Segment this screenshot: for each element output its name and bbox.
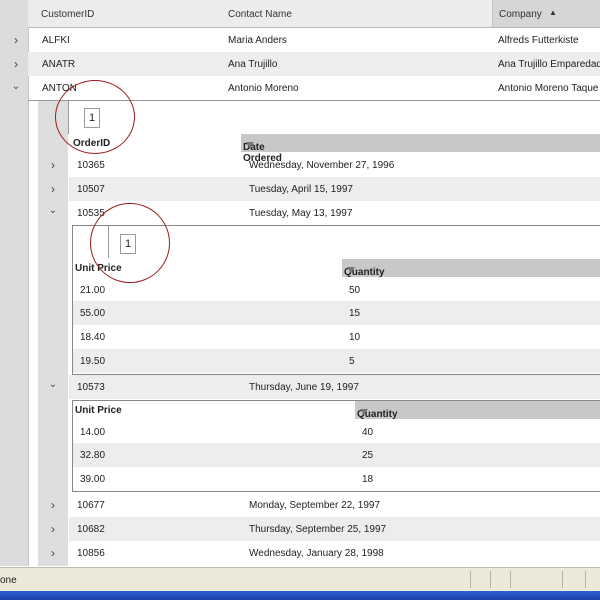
annotation-circle — [90, 203, 170, 283]
detail-header-quantity[interactable]: Quantity — [355, 401, 600, 420]
detail-row[interactable]: 14.00 40 — [73, 420, 600, 443]
detail-row[interactable]: 21.00 50 — [73, 278, 600, 301]
order-row[interactable]: 10573 Thursday, June 19, 1997 — [69, 375, 600, 399]
chevron-down-icon[interactable]: ⌄ — [10, 81, 22, 93]
chevron-right-icon[interactable]: › — [10, 34, 22, 46]
customer-row[interactable]: ANATR Ana Trujillo Ana Trujillo Empareda… — [28, 52, 600, 76]
header-customerid[interactable]: CustomerID — [41, 9, 94, 20]
sort-ascending-icon: ▲ — [549, 8, 557, 17]
header-company[interactable]: Company ▲ — [492, 0, 600, 27]
grid-header: CustomerID Contact Name Company ▲ — [28, 0, 600, 28]
sort-descending-icon — [360, 409, 368, 415]
order-row[interactable]: 10677 Monday, September 22, 1997 — [69, 493, 600, 517]
customer-row[interactable]: ALFKI Maria Anders Alfreds Futterkiste — [28, 28, 600, 52]
detail-row[interactable]: 39.00 18 — [73, 467, 600, 490]
taskbar — [0, 591, 600, 600]
sort-descending-icon — [347, 267, 355, 273]
annotation-circle — [55, 80, 135, 154]
status-bar: one — [0, 567, 600, 592]
chevron-right-icon[interactable]: › — [47, 159, 59, 171]
order-row[interactable]: 10507 Tuesday, April 15, 1997 — [69, 177, 600, 201]
chevron-right-icon[interactable]: › — [47, 547, 59, 559]
chevron-right-icon[interactable]: › — [47, 523, 59, 535]
status-text: one — [0, 575, 17, 586]
chevron-right-icon[interactable]: › — [47, 499, 59, 511]
header-contact-name[interactable]: Contact Name — [228, 9, 292, 20]
chevron-right-icon[interactable]: › — [47, 183, 59, 195]
sort-descending-icon — [246, 142, 254, 148]
order-row[interactable]: 10856 Wednesday, January 28, 1998 — [69, 541, 600, 565]
order-row[interactable]: 10365 Wednesday, November 27, 1996 — [69, 153, 600, 177]
detail-row[interactable]: 18.40 10 — [73, 325, 600, 349]
chevron-right-icon[interactable]: › — [10, 58, 22, 70]
chevron-down-icon[interactable]: ⌄ — [47, 379, 59, 391]
orders-header-date[interactable]: Date Ordered — [241, 134, 600, 164]
chevron-down-icon[interactable]: ⌄ — [47, 205, 59, 217]
detail-row[interactable]: 55.00 15 — [73, 301, 600, 325]
order-row[interactable]: 10682 Thursday, September 25, 1997 — [69, 517, 600, 541]
detail-header-quantity[interactable]: Quantity — [342, 259, 600, 278]
detail-header-unit-price[interactable]: Unit Price — [73, 401, 355, 419]
detail-row[interactable]: 19.50 5 — [73, 349, 600, 373]
detail-row[interactable]: 32.80 25 — [73, 443, 600, 467]
